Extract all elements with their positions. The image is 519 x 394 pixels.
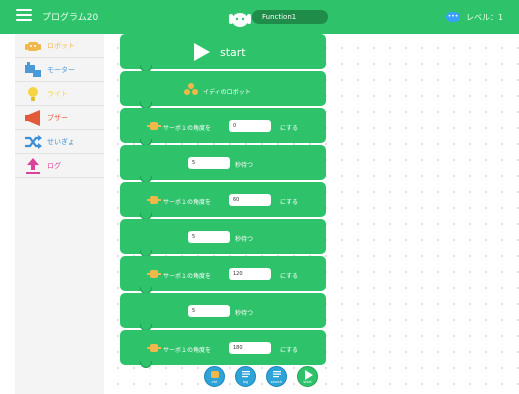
sidebar-item-log[interactable]: ログ (15, 154, 104, 178)
category-sidebar: ロボット モーター ライト ブザー せいぎょ ログ (15, 34, 104, 394)
buzzer-icon (25, 110, 40, 126)
level-indicator: レベル：1 (466, 13, 504, 22)
sidebar-item-label: ブザー (47, 114, 68, 122)
search-button-label: search (270, 380, 283, 384)
program-title: プログラム20 (42, 13, 99, 23)
menu-icon[interactable] (16, 9, 32, 22)
servo-icon (147, 270, 161, 278)
more-dots-icon[interactable]: ••• (446, 12, 460, 22)
sidebar-item-buzzer[interactable]: ブザー (15, 106, 104, 130)
sidebar-item-label: モーター (47, 66, 75, 74)
sidebar-item-light[interactable]: ライト (15, 82, 104, 106)
sidebar-item-control[interactable]: せいぎょ (15, 130, 104, 154)
wait-seconds-input[interactable]: 5 (188, 305, 230, 317)
wait-block-suffix: 秒待つ (235, 162, 254, 169)
top-bar: プログラム20 Function1 ••• レベル：1 (0, 0, 519, 34)
start-button[interactable]: start (297, 366, 318, 387)
servo-block-suffix: にする (280, 199, 299, 206)
robot-face-icon (211, 371, 219, 378)
robot-block-label: イディのロボット (203, 89, 251, 96)
sidebar-item-label: ロボット (47, 42, 75, 50)
wait-seconds-input[interactable]: 5 (188, 231, 230, 243)
servo-block-prefix: サーボ１の角度を (163, 273, 212, 280)
motor-icon (25, 62, 41, 77)
servo-block-suffix: にする (280, 273, 299, 280)
search-button[interactable]: search (266, 366, 287, 387)
servo-icon (147, 196, 161, 204)
servo-block-prefix: サーボ１の角度を (163, 347, 212, 354)
light-bulb-icon (28, 87, 38, 101)
robot-icon (25, 42, 41, 51)
start-block-label: start (220, 46, 246, 59)
sidebar-item-label: せいぎょ (47, 138, 75, 146)
ctrl-button-label: ctrl (211, 380, 218, 384)
servo-block-suffix: にする (280, 347, 299, 354)
start-button-label: start (303, 380, 312, 384)
wait-block-suffix: 秒待つ (235, 310, 254, 317)
servo-icon (147, 122, 161, 130)
servo-angle-input[interactable]: 180 (229, 342, 271, 354)
wait-seconds-input[interactable]: 5 (188, 157, 230, 169)
sidebar-item-label: ログ (47, 162, 61, 170)
robot-parts-icon (184, 83, 198, 95)
servo-block-suffix: にする (280, 125, 299, 132)
ctrl-button[interactable]: ctrl (204, 366, 225, 387)
servo-block-prefix: サーボ１の角度を (163, 125, 212, 132)
servo-angle-input[interactable]: 120 (229, 268, 271, 280)
servo-icon (147, 344, 161, 352)
log-button-label: log (242, 380, 249, 384)
servo-block-prefix: サーボ１の角度を (163, 199, 212, 206)
wait-block-suffix: 秒待つ (235, 236, 254, 243)
log-button[interactable]: log (235, 366, 256, 387)
sidebar-item-label: ライト (47, 90, 68, 98)
function-tab[interactable]: Function1 (252, 10, 328, 24)
control-shuffle-icon (25, 135, 42, 149)
sidebar-item-robot[interactable]: ロボット (15, 34, 104, 58)
servo-angle-input[interactable]: 60 (229, 194, 271, 206)
sidebar-item-motor[interactable]: モーター (15, 58, 104, 82)
play-icon (194, 43, 210, 61)
log-upload-icon (26, 158, 40, 174)
robot-logo-icon (229, 13, 251, 27)
log-document-icon (242, 371, 250, 378)
search-document-icon (273, 371, 281, 378)
play-icon (305, 370, 313, 380)
servo-angle-input[interactable]: 0 (229, 120, 271, 132)
